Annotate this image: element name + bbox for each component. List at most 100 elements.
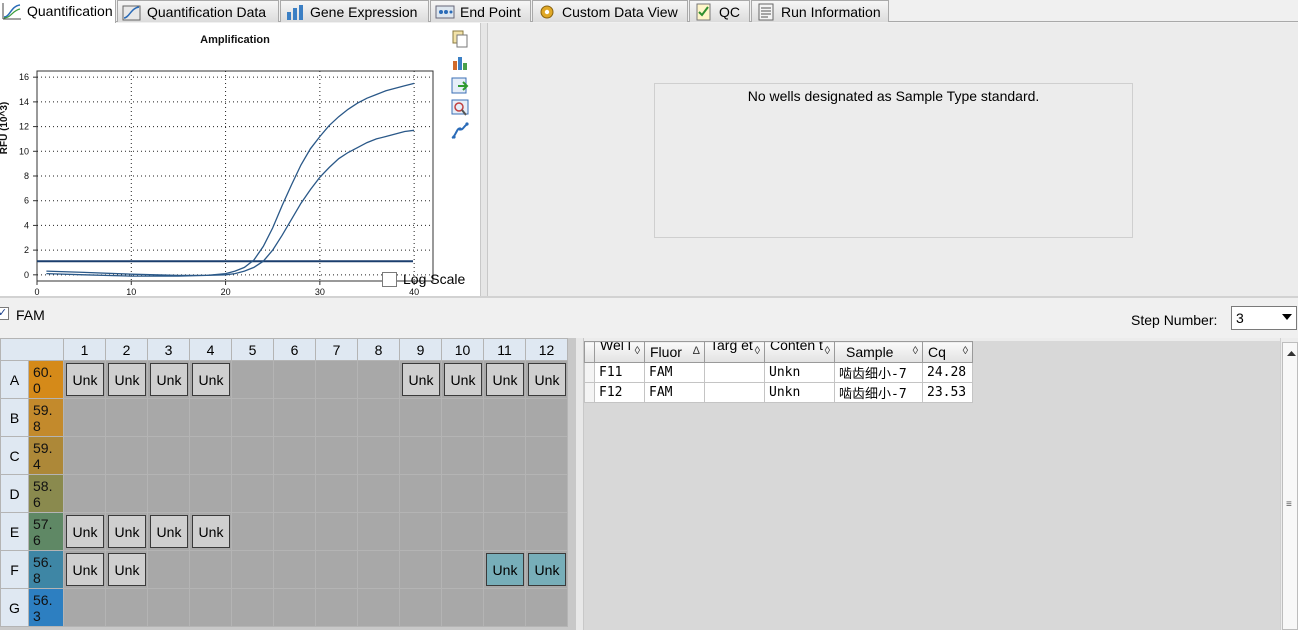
plate-well[interactable] [189,588,232,627]
plate-well[interactable] [231,398,274,437]
plate-well[interactable]: Unk [525,550,568,589]
well-sample-type[interactable]: Unk [192,363,230,396]
plate-well[interactable] [147,550,190,589]
plate-well[interactable] [105,588,148,627]
plate-row-header[interactable]: B [0,398,29,437]
plate-well[interactable] [525,398,568,437]
plate-well[interactable] [357,512,400,551]
plate-well[interactable] [147,436,190,475]
plate-well[interactable] [189,398,232,437]
well-sample-type[interactable]: Unk [486,363,524,396]
row-selector[interactable] [584,382,595,403]
plate-well[interactable] [63,588,106,627]
plate-well[interactable] [273,550,316,589]
plate-column-header[interactable]: 1 [63,338,106,361]
plate-row-header[interactable]: D [0,474,29,513]
zoom-icon[interactable] [450,98,470,118]
plate-well[interactable] [231,512,274,551]
plate-well[interactable] [105,436,148,475]
plate-well[interactable]: Unk [147,512,190,551]
plate-well[interactable] [189,436,232,475]
well-sample-type[interactable]: Unk [528,553,566,586]
well-sample-type[interactable]: Unk [150,363,188,396]
tab-end-point[interactable]: End Point [430,0,531,22]
plate-well[interactable] [399,588,442,627]
export-chart-icon[interactable] [450,52,470,72]
plate-well[interactable] [357,550,400,589]
plate-well[interactable] [399,550,442,589]
plate-well[interactable] [399,436,442,475]
log-scale-toggle[interactable]: Log Scale [382,271,465,287]
tab-quantification-data[interactable]: Quantification Data [117,0,279,22]
plate-row-header[interactable]: A [0,360,29,399]
copy-icon[interactable] [450,29,470,49]
plate-well[interactable] [231,436,274,475]
plate-well[interactable] [273,474,316,513]
plate-well[interactable] [441,474,484,513]
tab-qc[interactable]: QC [689,0,750,22]
horizontal-splitter[interactable] [575,338,584,630]
plate-well[interactable] [357,436,400,475]
plate-well[interactable] [315,360,358,399]
plate-well[interactable] [231,360,274,399]
plate-well[interactable] [315,512,358,551]
amplification-chart[interactable]: 0102030400246810121416AmplificationCycle… [0,23,480,296]
plate-well[interactable] [273,588,316,627]
column-header-target[interactable]: Targ et ◊ [704,341,765,363]
plate-well[interactable] [399,474,442,513]
plate-column-header[interactable]: 4 [189,338,232,361]
plate-well[interactable]: Unk [399,360,442,399]
plate-well[interactable]: Unk [105,512,148,551]
plate-well[interactable] [357,474,400,513]
export-data-icon[interactable] [450,75,470,95]
well-sample-type[interactable]: Unk [108,515,146,548]
fam-checkbox[interactable]: ✓ [0,307,9,320]
scroll-up-icon[interactable] [1284,346,1298,362]
well-sample-type[interactable]: Unk [444,363,482,396]
plate-well[interactable] [231,474,274,513]
step-number-select[interactable]: 3 [1231,306,1297,330]
well-sample-type[interactable]: Unk [528,363,566,396]
plate-well[interactable] [441,398,484,437]
plate-well[interactable] [231,588,274,627]
plate-well[interactable] [441,550,484,589]
plate-well[interactable] [105,474,148,513]
well-sample-type[interactable]: Unk [486,553,524,586]
plate-well[interactable]: Unk [441,360,484,399]
plate-well[interactable]: Unk [105,360,148,399]
plate-well[interactable] [525,474,568,513]
plate-well[interactable]: Unk [63,512,106,551]
plate-well[interactable]: Unk [105,550,148,589]
table-row[interactable]: F12 FAM Unkn 啮齿细小-7 23.53 [584,382,973,403]
plate-well[interactable] [399,512,442,551]
plate-row-header[interactable]: G [0,588,29,627]
plate-column-header[interactable]: 8 [357,338,400,361]
plate-well[interactable] [315,474,358,513]
plate-column-header[interactable]: 12 [525,338,568,361]
well-sample-type[interactable]: Unk [402,363,440,396]
plate-well[interactable] [441,436,484,475]
row-selector[interactable] [584,362,595,383]
plate-well[interactable] [357,360,400,399]
plate-well[interactable] [357,398,400,437]
vertical-splitter[interactable] [480,23,488,296]
plate-corner[interactable] [0,338,64,361]
plate-well[interactable] [483,474,526,513]
plate-well[interactable] [483,398,526,437]
well-sample-type[interactable]: Unk [66,363,104,396]
plate-well[interactable] [525,588,568,627]
tab-quantification[interactable]: Quantification [0,0,116,23]
column-header-cq[interactable]: Cq ◊ [922,341,973,363]
column-header-well[interactable]: Wel l ◊ [594,341,645,363]
plate-well[interactable] [483,588,526,627]
plate-column-header[interactable]: 7 [315,338,358,361]
plate-well[interactable] [63,436,106,475]
plate-column-header[interactable]: 9 [399,338,442,361]
plate-well[interactable] [231,550,274,589]
plate-column-header[interactable]: 6 [273,338,316,361]
well-sample-type[interactable]: Unk [192,515,230,548]
plate-well[interactable] [441,588,484,627]
plate-well[interactable] [315,550,358,589]
well-sample-type[interactable]: Unk [66,553,104,586]
plate-well[interactable] [63,474,106,513]
